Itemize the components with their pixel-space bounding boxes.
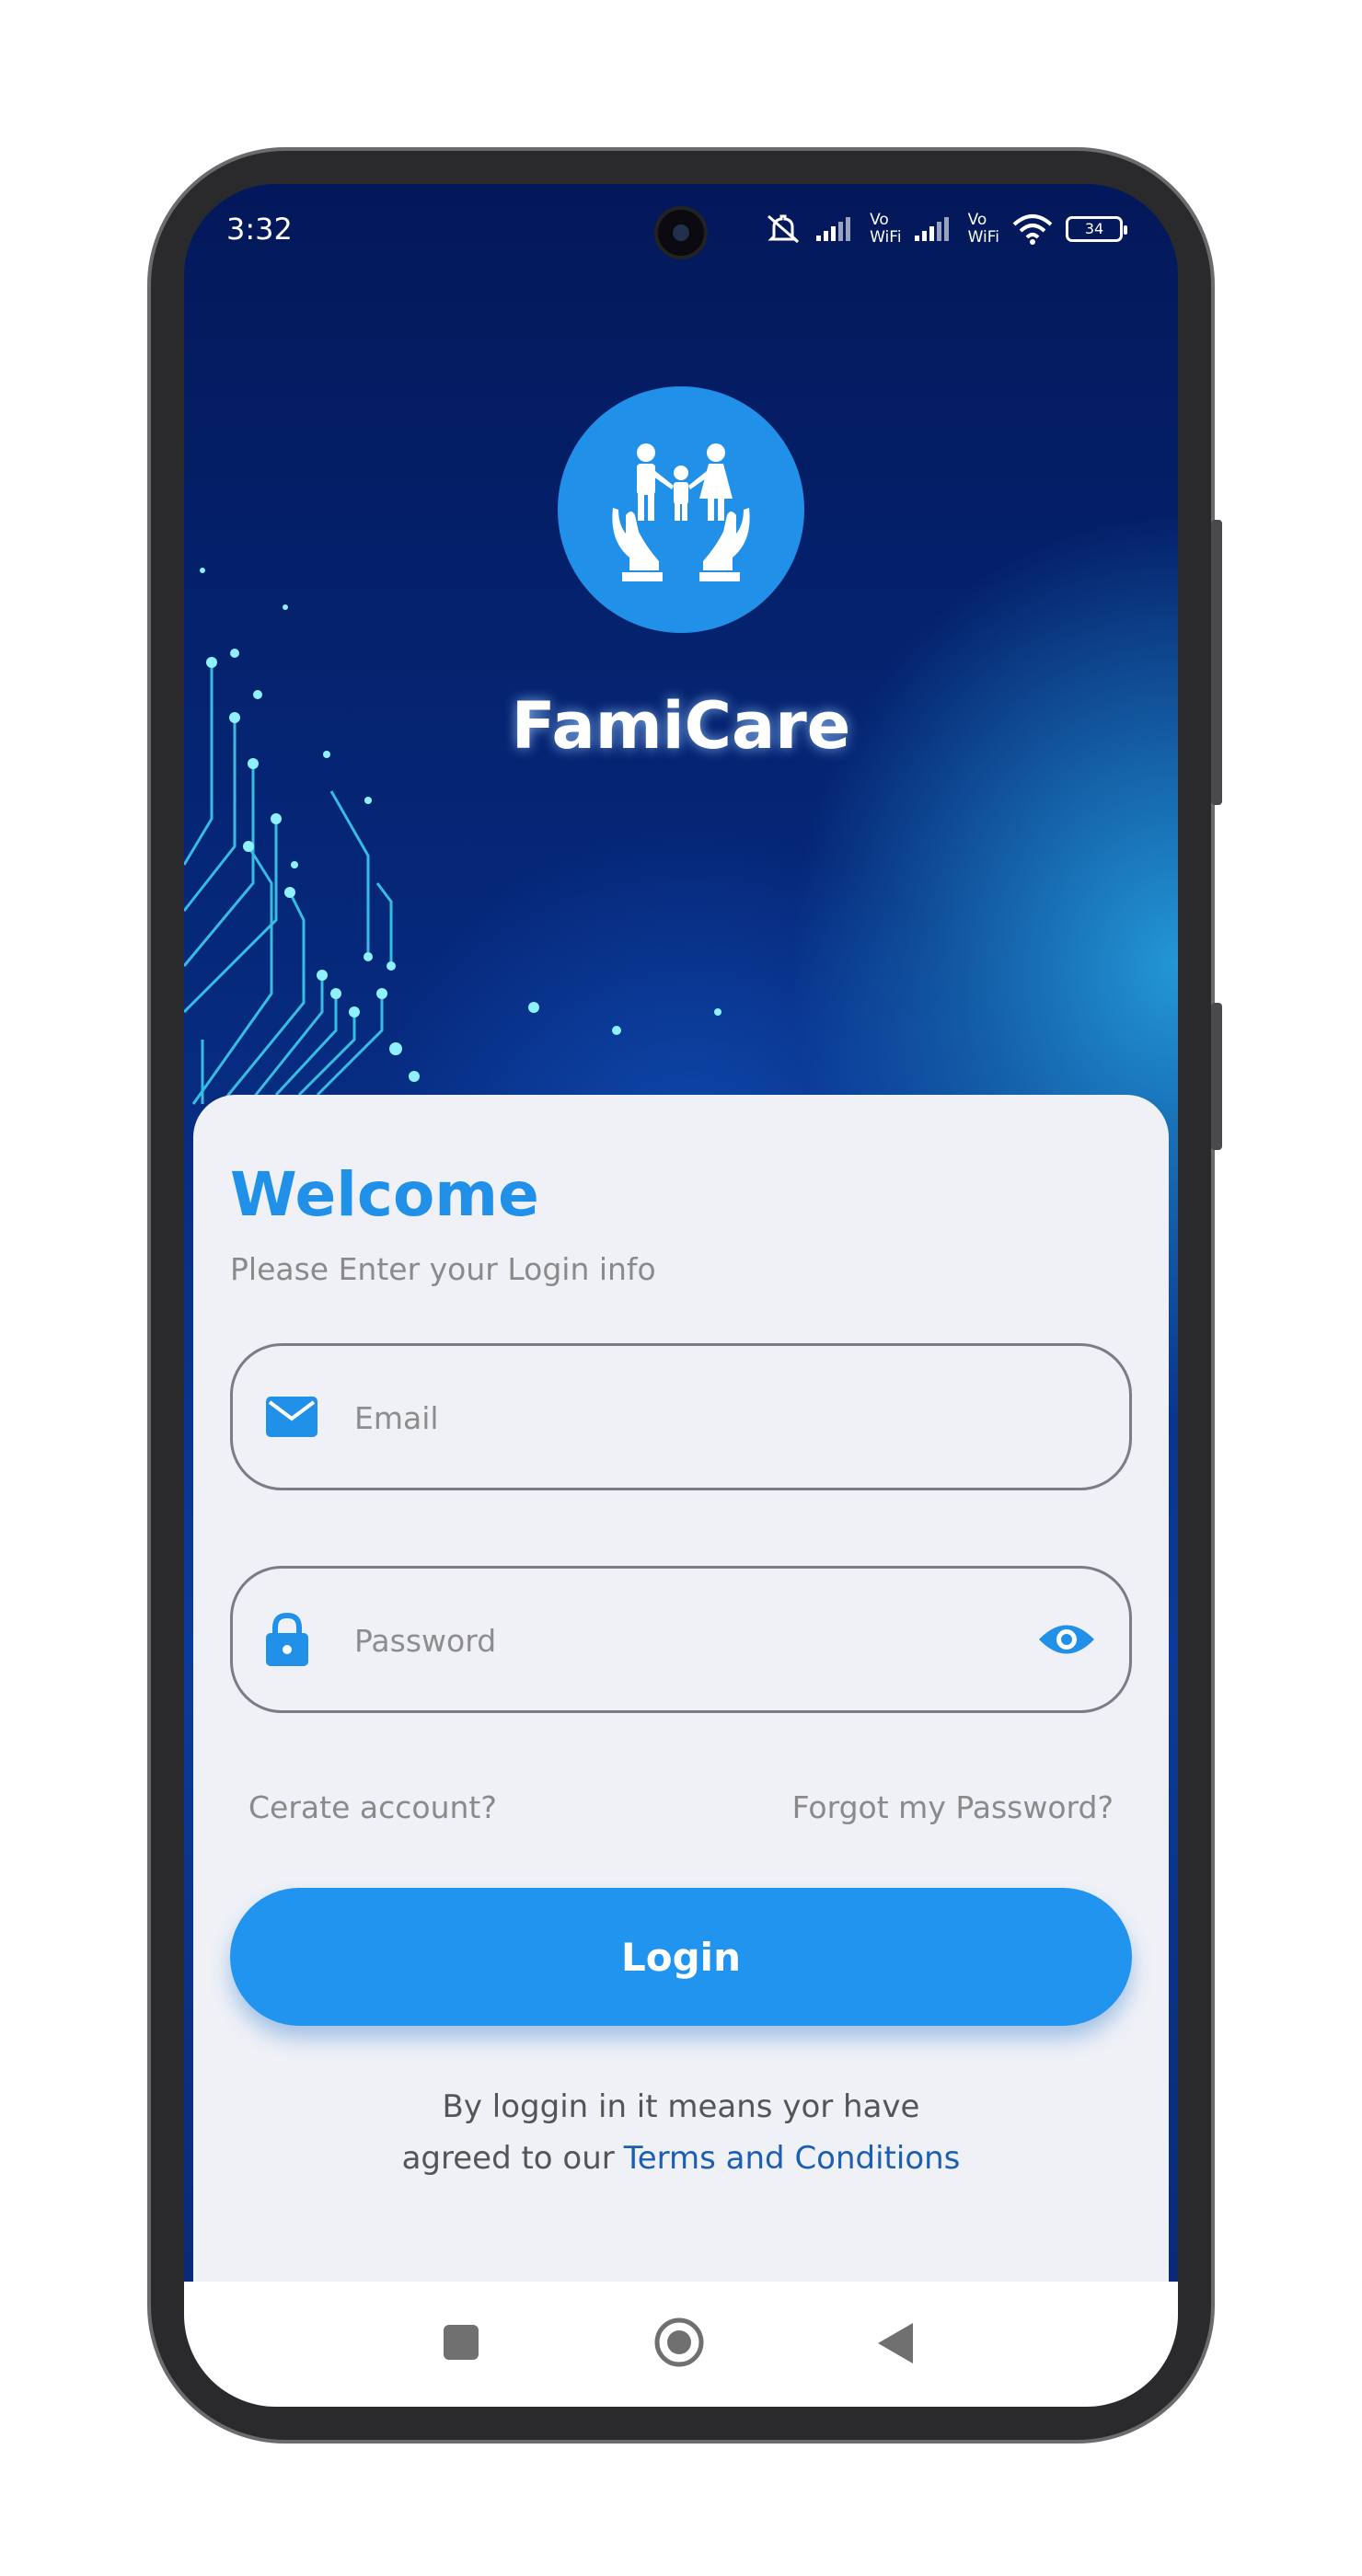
wifi-label-2: WiFi: [967, 228, 999, 247]
vowifi-indicator-2: Vo WiFi: [968, 212, 999, 247]
terms-line-1: By loggin in it means yor have: [442, 2088, 920, 2125]
screen: 3:32 Vo WiFi Vo WiFi 34 FamiCare Welcome…: [184, 184, 1178, 2407]
lock-icon: [266, 1613, 308, 1666]
hero-background: 3:32 Vo WiFi Vo WiFi 34 FamiCare Welcome…: [184, 184, 1178, 2282]
family-hands-icon: [612, 443, 750, 581]
app-title: FamiCare: [511, 688, 851, 764]
mute-icon: [768, 214, 800, 244]
vo-label: Vo: [870, 211, 889, 229]
email-input[interactable]: [352, 1346, 1000, 1489]
front-camera: [654, 206, 708, 259]
power-button: [1211, 1003, 1222, 1150]
eye-icon[interactable]: [1037, 1620, 1096, 1659]
back-icon[interactable]: [874, 2320, 917, 2366]
terms-line-2-text: agreed to our: [401, 2140, 615, 2177]
email-field[interactable]: [230, 1343, 1132, 1490]
email-icon: [266, 1397, 317, 1437]
navigation-bar: [184, 2282, 1178, 2407]
status-time: 3:32: [226, 212, 293, 247]
family-care-logo: [558, 386, 804, 633]
welcome-heading: Welcome: [230, 1159, 539, 1230]
signal-icon-2: [914, 217, 949, 241]
terms-line-2: agreed to our Terms and Conditions: [193, 2133, 1169, 2184]
wifi-icon: [1012, 214, 1053, 245]
login-card: Welcome Please Enter your Login info Ema…: [193, 1095, 1169, 2282]
wifi-label: WiFi: [870, 228, 902, 247]
vowifi-indicator: Vo WiFi: [870, 212, 901, 247]
vo-label-2: Vo: [967, 211, 987, 229]
password-field[interactable]: [230, 1566, 1132, 1713]
forgot-password-link[interactable]: Forgot my Password?: [792, 1789, 1114, 1825]
create-account-link[interactable]: Cerate account?: [248, 1789, 497, 1825]
volume-button: [1211, 520, 1222, 805]
status-bar: 3:32 Vo WiFi Vo WiFi 34: [184, 184, 1178, 285]
signal-icon: [816, 217, 851, 241]
password-input[interactable]: [352, 1569, 1000, 1712]
login-button[interactable]: Login: [230, 1888, 1132, 2026]
home-icon[interactable]: [653, 2317, 705, 2368]
battery-icon: 34: [1066, 216, 1127, 242]
login-subtitle: Please Enter your Login info: [230, 1251, 656, 1287]
recent-apps-icon[interactable]: [442, 2323, 480, 2362]
terms-link[interactable]: Terms and Conditions: [624, 2140, 961, 2177]
status-icons: Vo WiFi Vo WiFi 34: [763, 212, 1127, 247]
terms-text: By loggin in it means yor have agreed to…: [193, 2081, 1169, 2184]
